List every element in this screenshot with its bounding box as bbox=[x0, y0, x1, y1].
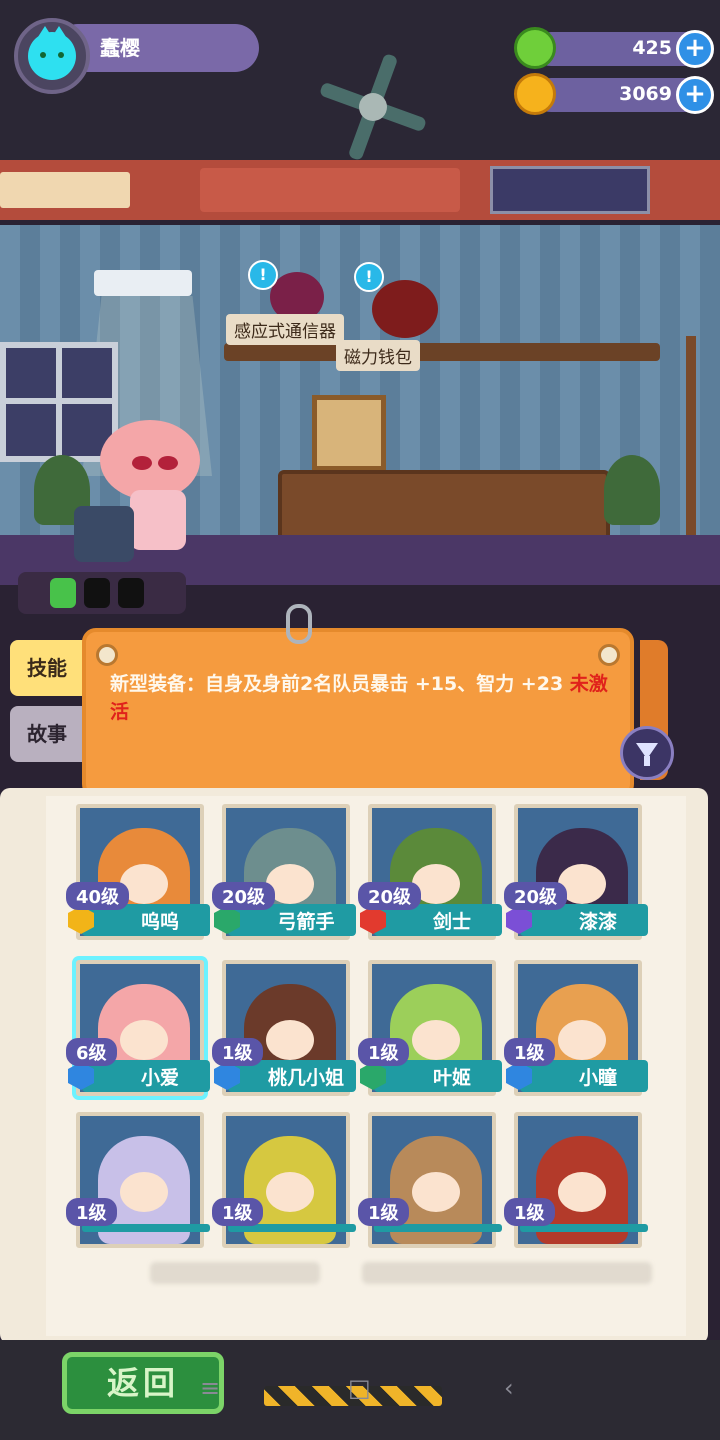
hero-level: 40级 bbox=[66, 882, 130, 910]
skill-info-card: 新型装备：自身及身前2名队员暴击 +15、智力 +23 未激活 bbox=[82, 628, 634, 798]
skill-effect-text: 新型装备：自身及身前2名队员暴击 +15、智力 +23 bbox=[110, 673, 564, 695]
hero-card[interactable]: 叶姬 1级 bbox=[358, 960, 502, 1106]
hero-level: 20级 bbox=[212, 882, 276, 910]
pin-icon bbox=[96, 644, 118, 666]
gold-currency: 3069 + bbox=[514, 73, 714, 115]
blurred-page-text bbox=[150, 1262, 320, 1284]
gold-count: 3069 bbox=[619, 83, 672, 105]
hero-face bbox=[558, 1020, 606, 1060]
hero-name: 叶姬 bbox=[432, 1067, 471, 1089]
player-avatar[interactable] bbox=[14, 18, 90, 94]
hero-card[interactable]: 小瞳 1级 bbox=[504, 960, 648, 1106]
gem-count: 425 bbox=[632, 37, 672, 59]
battery-empty-icon bbox=[84, 578, 110, 608]
coat-rack-icon bbox=[686, 336, 696, 556]
hero-face bbox=[412, 1020, 460, 1060]
projector-lamp-icon bbox=[94, 270, 192, 296]
hero-card[interactable]: 剑士 20级 bbox=[358, 804, 502, 950]
hero-card[interactable]: 1级 bbox=[212, 1112, 356, 1258]
hero-level: 1级 bbox=[358, 1198, 409, 1226]
ceiling-fan-icon bbox=[318, 52, 428, 162]
hero-card[interactable]: 小爱 6级 bbox=[66, 960, 210, 1106]
hero-face bbox=[120, 1172, 168, 1212]
robot-machine-icon bbox=[74, 506, 134, 562]
hero-face bbox=[412, 1172, 460, 1212]
upper-shelf bbox=[0, 160, 720, 220]
potted-plant-icon bbox=[604, 455, 660, 525]
player-name: 蠢樱 bbox=[100, 36, 140, 60]
hero-card[interactable]: 桃几小姐 1级 bbox=[212, 960, 356, 1106]
hero-level: 1级 bbox=[504, 1198, 555, 1226]
wallet-alert-icon[interactable]: ! bbox=[354, 262, 384, 292]
hero-name: 桃几小姐 bbox=[267, 1067, 344, 1089]
hero-level: 20级 bbox=[504, 882, 568, 910]
hero-level: 1级 bbox=[358, 1038, 409, 1066]
hero-card[interactable]: 1级 bbox=[504, 1112, 648, 1258]
pin-icon bbox=[598, 644, 620, 666]
hero-face bbox=[266, 1020, 314, 1060]
tab-skill[interactable]: 技能 bbox=[10, 640, 84, 696]
hero-level: 1级 bbox=[66, 1198, 117, 1226]
cat-face-icon bbox=[28, 26, 76, 80]
hero-card[interactable]: 呜呜 40级 bbox=[66, 804, 210, 950]
hero-name: 呜呜 bbox=[140, 911, 179, 933]
energy-battery bbox=[18, 572, 186, 614]
battery-empty-icon bbox=[118, 578, 144, 608]
ghost-panel bbox=[490, 166, 650, 214]
hero-card[interactable]: 1级 bbox=[358, 1112, 502, 1258]
hero-level: 1级 bbox=[212, 1038, 263, 1066]
photo-frame bbox=[312, 395, 386, 471]
add-gem-button[interactable]: + bbox=[676, 30, 714, 68]
blurred-page-text bbox=[362, 1262, 652, 1284]
hero-level: 1级 bbox=[504, 1038, 555, 1066]
battery-charged-icon bbox=[50, 578, 76, 608]
hero-face bbox=[120, 1020, 168, 1060]
paper-clip-icon bbox=[286, 604, 312, 644]
green-gem-coin-icon bbox=[514, 27, 556, 69]
hero-name: 剑士 bbox=[432, 911, 471, 933]
planet-coin-icon bbox=[514, 73, 556, 115]
hero-face bbox=[558, 1172, 606, 1212]
filter-button[interactable] bbox=[620, 726, 674, 780]
add-gold-button[interactable]: + bbox=[676, 76, 714, 114]
player-profile[interactable]: 蠢樱 bbox=[14, 18, 264, 94]
back-nav-icon[interactable]: ‹ bbox=[504, 1374, 514, 1402]
skill-description: 新型装备：自身及身前2名队员暴击 +15、智力 +23 未激活 bbox=[110, 670, 610, 726]
radio-item-label[interactable]: 感应式通信器 bbox=[226, 314, 344, 345]
wall-shelf bbox=[224, 343, 660, 361]
hero-card[interactable]: 漆漆 20级 bbox=[504, 804, 648, 950]
hero-level: 20级 bbox=[358, 882, 422, 910]
hero-card[interactable]: 弓箭手 20级 bbox=[212, 804, 356, 950]
hero-name: 漆漆 bbox=[578, 911, 617, 933]
hero-card[interactable]: 1级 bbox=[66, 1112, 210, 1258]
radio-alert-icon[interactable]: ! bbox=[248, 260, 278, 290]
hero-level: 6级 bbox=[66, 1038, 117, 1066]
home-nav-icon[interactable]: □ bbox=[348, 1374, 371, 1402]
menu-nav-icon[interactable]: ≡ bbox=[200, 1374, 220, 1402]
wallet-item-label[interactable]: 磁力钱包 bbox=[336, 340, 420, 371]
gem-currency: 425 + bbox=[514, 27, 714, 69]
hero-face bbox=[266, 1172, 314, 1212]
hero-name: 弓箭手 bbox=[277, 911, 335, 933]
wallet-bag-icon[interactable] bbox=[372, 280, 438, 338]
hero-level: 1级 bbox=[212, 1198, 263, 1226]
hero-name: 小爱 bbox=[140, 1067, 179, 1089]
hero-name: 小瞳 bbox=[578, 1067, 617, 1089]
tab-story[interactable]: 故事 bbox=[10, 706, 84, 762]
